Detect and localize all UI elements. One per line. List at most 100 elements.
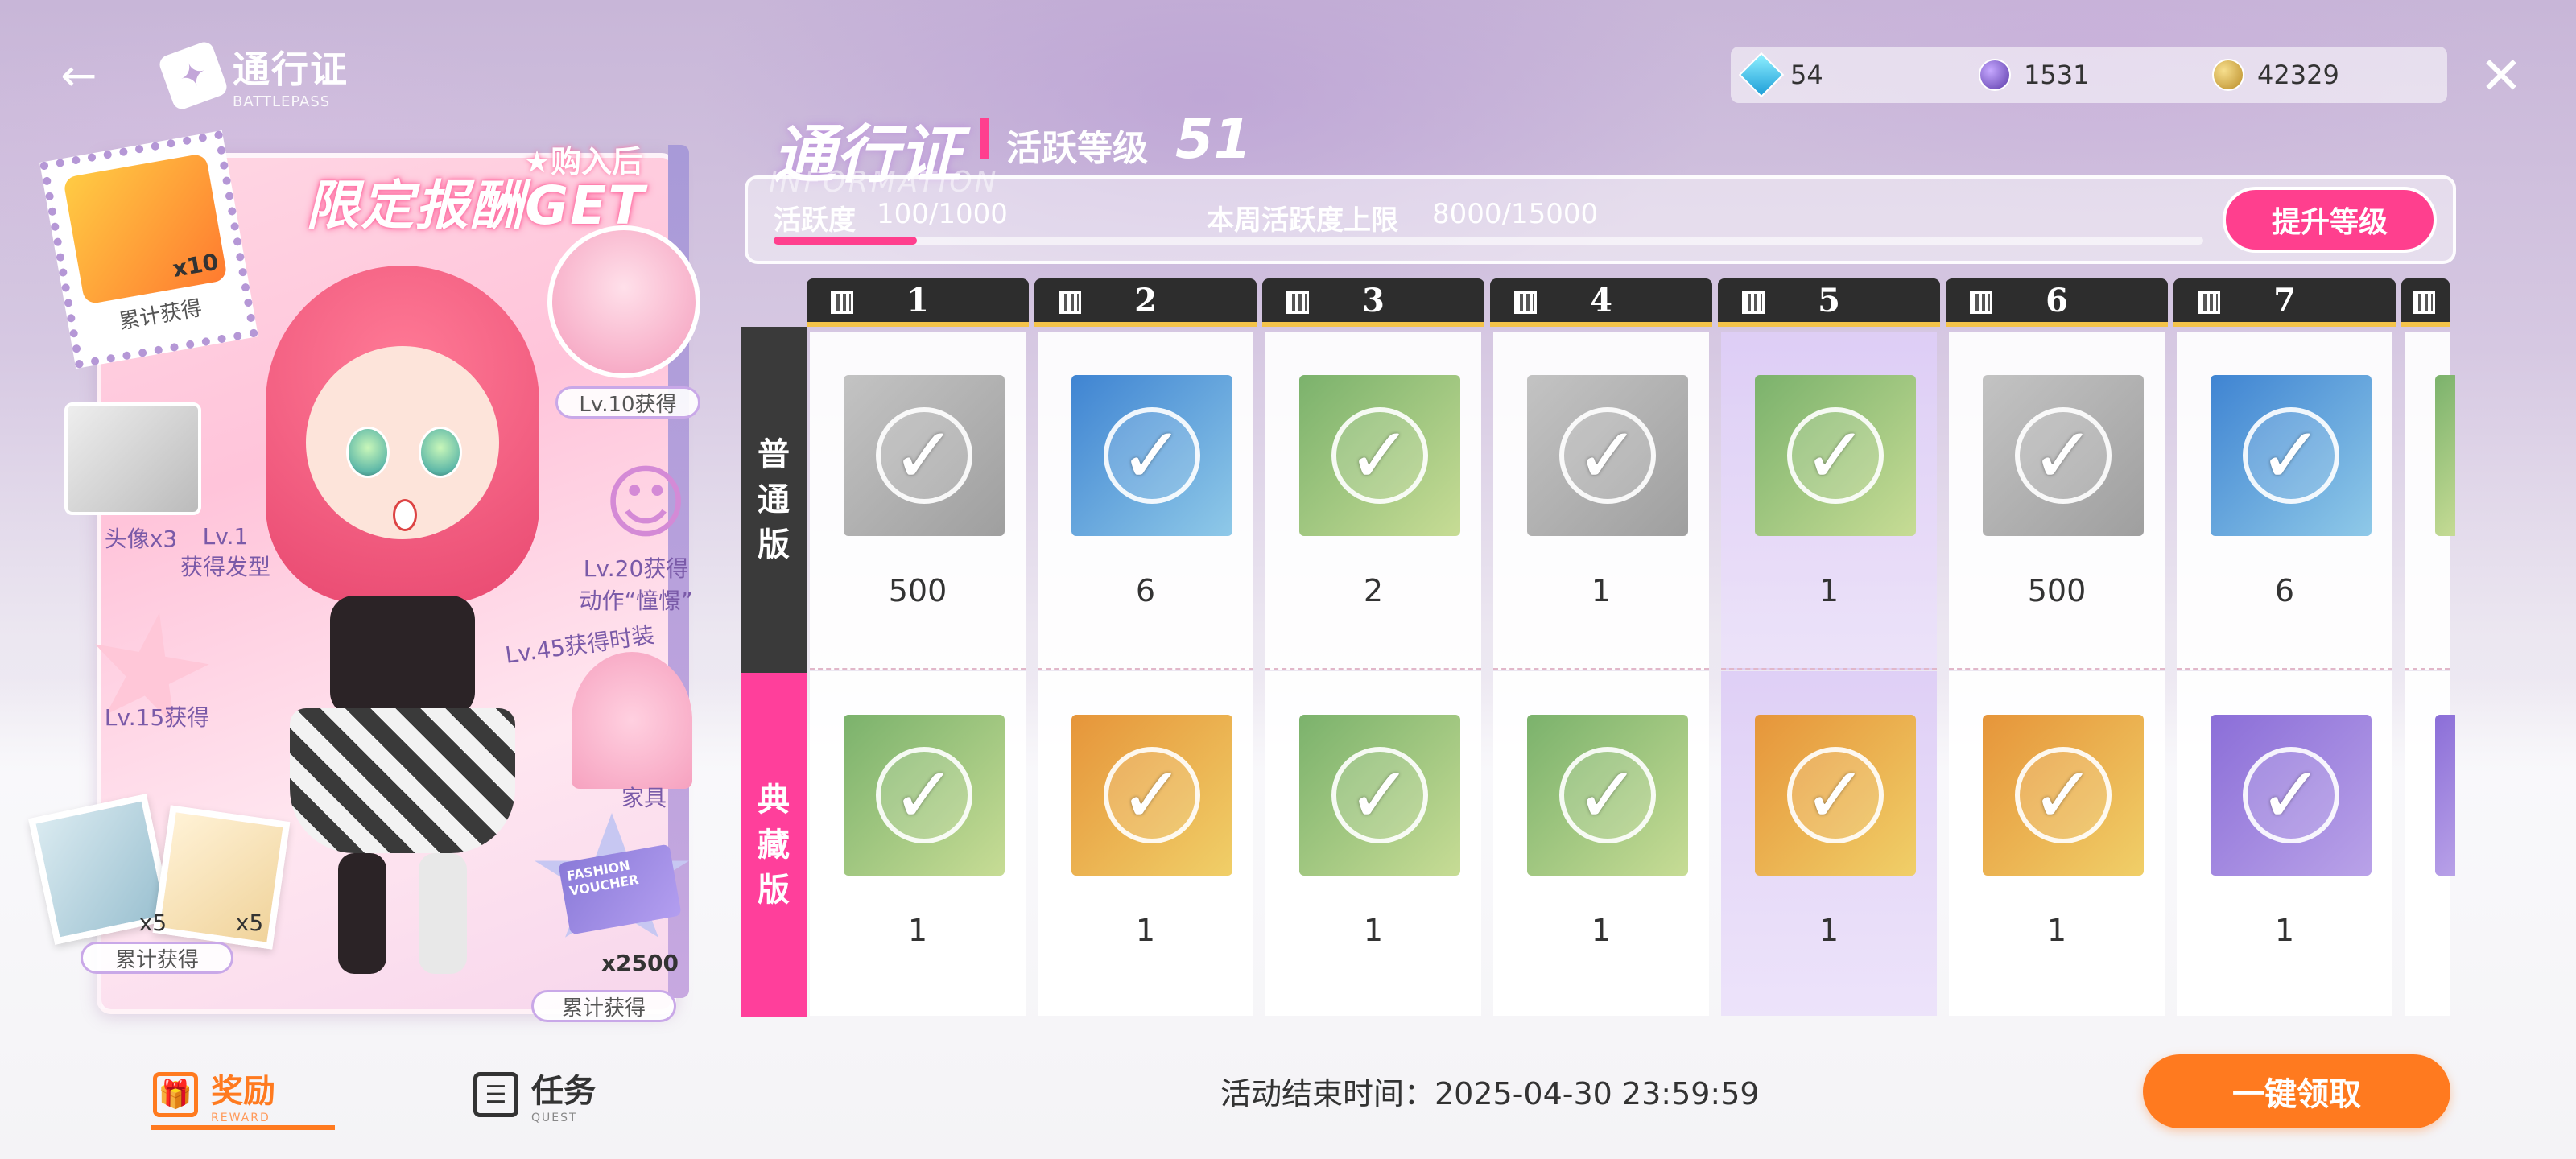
reward-qty: 6 bbox=[1135, 573, 1156, 608]
claimed-check-icon: ✓ bbox=[1104, 407, 1200, 504]
claimed-check-icon: ✓ bbox=[2015, 747, 2112, 843]
tab-reward[interactable]: 🎁 奖励 REWARD bbox=[153, 1062, 338, 1127]
collector-reward-cell[interactable]: ✓ 1 bbox=[2177, 671, 2392, 1016]
close-icon[interactable]: ✕ bbox=[2473, 48, 2529, 105]
reward-item-icon: ✓ bbox=[1755, 715, 1916, 876]
reward-stamp: x10 累计获得 bbox=[39, 130, 258, 369]
level-number: 5 bbox=[1818, 282, 1840, 320]
collector-reward-cell[interactable]: ✓ 1 bbox=[1721, 671, 1937, 1016]
voucher-text: FASHION VOUCHER bbox=[558, 843, 682, 935]
lv20-line1: Lv.20获得 bbox=[583, 555, 689, 582]
collector-reward-cell[interactable]: ✓ 1 bbox=[1493, 671, 1709, 1016]
logo-subtitle: BATTLEPASS bbox=[233, 93, 331, 110]
active-tab-underline bbox=[151, 1125, 335, 1130]
weekly-cap-label: 本周活跃度上限 bbox=[1207, 204, 1398, 237]
reward-qty: 1 bbox=[2274, 913, 2295, 948]
reward-qty: 1 bbox=[1135, 913, 1156, 948]
reward-item-icon: ✓ bbox=[2211, 715, 2372, 876]
qr-icon bbox=[2413, 291, 2435, 314]
stamp-qty: x10 bbox=[170, 248, 221, 283]
reward-item-icon: ✓ bbox=[1755, 375, 1916, 536]
event-end-time: 活动结束时间：2025-04-30 23:59:59 bbox=[1220, 1076, 1760, 1112]
quest-list-icon: ☰ bbox=[473, 1072, 518, 1117]
tab-quest-label: 任务 bbox=[531, 1073, 596, 1110]
reward-grid: 普 通 版 典 藏 版 1 ✓ 500 ✓ 1 2 ✓ 6 ✓ 1 3 ✓ 2 ✓ 1 4 ✓ 1 ✓ 1 5 ✓ 1 ✓ 1 6… bbox=[741, 278, 2455, 1029]
claimed-check-icon: ✓ bbox=[2243, 407, 2339, 504]
collector-reward-cell[interactable]: ✓ 1 bbox=[1265, 671, 1481, 1016]
normal-reward-cell[interactable]: ✓ 6 bbox=[1038, 332, 1253, 670]
row-label-normal: 普 通 版 bbox=[741, 327, 807, 673]
normal-reward-cell[interactable]: ✓ 1 bbox=[1721, 332, 1937, 670]
level-column-partial bbox=[2401, 278, 2455, 1029]
reward-qty: 1 bbox=[1591, 913, 1612, 948]
tab-reward-sub: REWARD bbox=[211, 1112, 270, 1124]
normal-reward-cell[interactable]: ✓ 1 bbox=[1493, 332, 1709, 670]
activity-level-value: 51 bbox=[1175, 108, 1252, 171]
claimed-check-icon: ✓ bbox=[1559, 747, 1656, 843]
reward-item-icon: ✓ bbox=[1299, 715, 1460, 876]
level-header: 5 bbox=[1718, 278, 1940, 327]
reward-qty: 1 bbox=[2046, 913, 2067, 948]
level-column: 7 ✓ 6 ✓ 1 bbox=[2174, 278, 2396, 1029]
promo-panel: x10 累计获得 ★购入后 限定报酬GET Lv.10获得 头像x3 Lv.1 … bbox=[28, 130, 700, 1022]
collector-reward-cell[interactable]: ✓ 1 bbox=[810, 671, 1026, 1016]
reward-qty: 6 bbox=[2274, 573, 2295, 608]
activity-progress-panel: 活跃度 100/1000 本周活跃度上限 8000/15000 提升等级 bbox=[745, 175, 2456, 264]
reward-item-icon: ✓ bbox=[2211, 375, 2372, 536]
photos-label: 累计获得 bbox=[80, 942, 233, 974]
tab-reward-label: 奖励 bbox=[211, 1073, 275, 1110]
claimed-check-icon: ✓ bbox=[876, 407, 972, 504]
fashion-voucher-icon: FASHION VOUCHER bbox=[531, 813, 692, 950]
level-number: 7 bbox=[2273, 282, 2296, 320]
normal-reward-cell[interactable]: ✓ 2 bbox=[1265, 332, 1481, 670]
reward-qty: 1 bbox=[1363, 913, 1384, 948]
claimed-check-icon: ✓ bbox=[2015, 407, 2112, 504]
normal-reward-cell[interactable]: ✓ 500 bbox=[810, 332, 1026, 670]
tab-quest-sub: QUEST bbox=[531, 1112, 578, 1124]
gift-icon: 🎁 bbox=[153, 1072, 198, 1117]
level-column: 6 ✓ 500 ✓ 1 bbox=[1946, 278, 2168, 1029]
lv15-label: Lv.15获得 bbox=[104, 704, 210, 731]
currency-diamond: 54 bbox=[1738, 52, 1979, 98]
activity-value: 100/1000 bbox=[877, 198, 1008, 230]
reward-qty: 1 bbox=[1818, 573, 1839, 608]
upgrade-level-button[interactable]: 提升等级 bbox=[2223, 187, 2437, 253]
reward-qty: 1 bbox=[1818, 913, 1839, 948]
voucher-qty: x2500 bbox=[601, 950, 679, 976]
reward-qty: 2 bbox=[1363, 573, 1384, 608]
reward-qty: 500 bbox=[2027, 573, 2087, 608]
weekly-cap-value: 8000/15000 bbox=[1432, 198, 1599, 230]
level-number: 6 bbox=[2046, 282, 2068, 320]
claim-all-button[interactable]: 一键领取 bbox=[2143, 1054, 2450, 1128]
ticket-icon: ✦ bbox=[157, 39, 229, 112]
reward-qty: 1 bbox=[1591, 573, 1612, 608]
stamp-label: 累计获得 bbox=[117, 295, 204, 335]
level-number: 4 bbox=[1590, 282, 1612, 320]
level-number: 1 bbox=[906, 282, 929, 320]
tab-quest[interactable]: ☰ 任务 QUEST bbox=[473, 1062, 658, 1127]
battlepass-logo: ✦ 通行证 BATTLEPASS bbox=[157, 39, 349, 112]
collector-reward-cell[interactable]: ✓ 1 bbox=[1949, 671, 2165, 1016]
reward-item-icon: ✓ bbox=[1299, 375, 1460, 536]
activity-progress-bar bbox=[774, 237, 2203, 245]
voucher-label: 累计获得 bbox=[531, 990, 676, 1022]
activity-progress-fill bbox=[774, 237, 917, 245]
furniture-label: 家具 bbox=[621, 785, 667, 811]
logo-title: 通行证 bbox=[233, 47, 349, 91]
currency-coin-value: 42329 bbox=[2257, 60, 2339, 90]
collector-reward-cell[interactable]: ✓ 1 bbox=[1038, 671, 1253, 1016]
info-watermark: INFORMATION bbox=[769, 166, 999, 199]
level-column: 2 ✓ 6 ✓ 1 bbox=[1034, 278, 1257, 1029]
level-header: 2 bbox=[1034, 278, 1257, 327]
level-header: 7 bbox=[2174, 278, 2396, 327]
level-header: 4 bbox=[1490, 278, 1712, 327]
reward-item-icon: ✓ bbox=[1527, 375, 1688, 536]
normal-reward-cell[interactable]: ✓ 500 bbox=[1949, 332, 2165, 670]
level-header: 3 bbox=[1262, 278, 1484, 327]
reward-item-icon: ✓ bbox=[1071, 375, 1232, 536]
back-arrow-icon[interactable]: ← bbox=[56, 53, 101, 98]
level-column: 1 ✓ 500 ✓ 1 bbox=[807, 278, 1029, 1029]
level-number: 3 bbox=[1362, 282, 1385, 320]
normal-reward-cell[interactable]: ✓ 6 bbox=[2177, 332, 2392, 670]
claimed-check-icon: ✓ bbox=[1559, 407, 1656, 504]
